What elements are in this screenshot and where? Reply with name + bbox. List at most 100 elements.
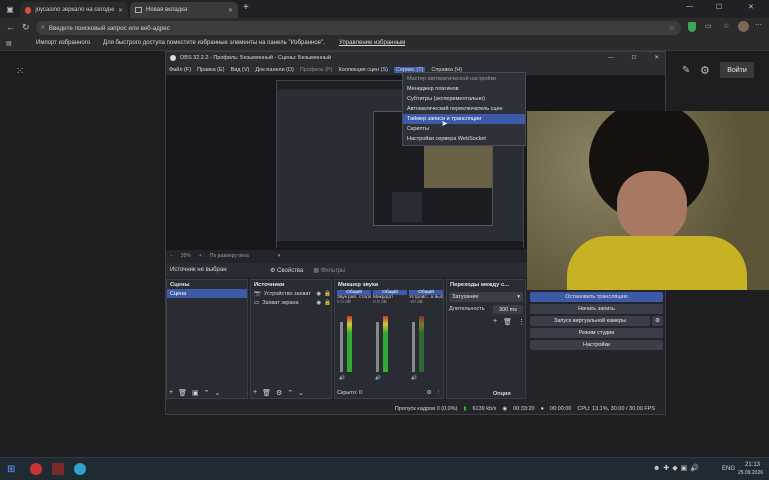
menu-item-websocket[interactable]: Настройки сервера WebSocket	[403, 134, 525, 144]
transitions-header: Переходы между с...	[450, 281, 510, 288]
menu-item-plugins[interactable]: Менеджер плагинов	[403, 84, 525, 94]
menu-view[interactable]: Вид (V)	[231, 67, 250, 73]
down-icon[interactable]: ⌄	[214, 389, 220, 397]
windows-taskbar: ⊞ ☻✚◆▣🔊 ENG 21:13 25.09.2026	[0, 457, 769, 480]
address-placeholder: Введите поисковый запрос или веб-адрес	[48, 24, 170, 32]
browser-menu-icon[interactable]: ▣	[4, 3, 16, 15]
minimize-icon[interactable]: —	[608, 55, 614, 61]
person-face	[617, 171, 687, 241]
back-icon[interactable]: ←	[6, 22, 15, 32]
edit-icon[interactable]: ✎	[682, 65, 690, 76]
split-screen-icon[interactable]: ▭	[705, 22, 712, 30]
filter-icon[interactable]: ▣	[192, 389, 199, 397]
speaker-icon[interactable]: 🔊	[339, 376, 345, 381]
clock-time[interactable]: 21:13	[745, 462, 760, 468]
stop-streaming-button[interactable]: Остановить трансляцию	[530, 292, 663, 302]
virtual-camera-button[interactable]: Запуск виртуальной камеры	[530, 316, 650, 326]
zoom-in-icon[interactable]: +	[199, 253, 202, 259]
windows-start-icon[interactable]: ⊞	[7, 464, 15, 475]
eye-icon[interactable]: ◉	[316, 291, 321, 297]
volume-slider[interactable]	[340, 322, 343, 372]
tray-icons[interactable]: ☻✚◆▣🔊	[653, 464, 702, 472]
menu-docks[interactable]: Док-панели (D)	[255, 67, 293, 73]
manage-favorites-link[interactable]: Управление избранным	[339, 40, 405, 46]
speaker-icon[interactable]: 🔊	[411, 376, 417, 381]
settings-button[interactable]: Настройки	[530, 340, 663, 350]
down-icon[interactable]: ⌄	[298, 389, 304, 397]
favorites-icon[interactable]: ☆	[723, 22, 729, 30]
menu-icon[interactable]: ⋮	[436, 390, 442, 396]
speaker-icon[interactable]: 🔊	[375, 376, 381, 381]
menu-icon[interactable]: ⋮	[518, 318, 525, 326]
volume-slider[interactable]	[412, 322, 415, 372]
close-icon[interactable]: ✕	[228, 7, 233, 14]
avatar[interactable]	[738, 21, 749, 32]
chevron-down-icon[interactable]: ▾	[278, 253, 281, 259]
close-icon[interactable]: ✕	[654, 55, 659, 61]
import-icon: ▤	[6, 41, 12, 47]
up-icon[interactable]: ⌃	[204, 389, 210, 397]
search-icon[interactable]	[30, 463, 42, 475]
menu-edit[interactable]: Правка (E)	[197, 67, 224, 73]
menu-scene-collection[interactable]: Коллекция сцен (S)	[338, 67, 388, 73]
apps-grid-icon[interactable]: ⁙	[16, 66, 24, 77]
up-icon[interactable]: ⌃	[287, 389, 293, 397]
obs-taskbar-icon[interactable]	[52, 463, 64, 475]
lock-icon[interactable]: 🔒	[324, 291, 331, 297]
volume-slider[interactable]	[376, 322, 379, 372]
language-indicator[interactable]: ENG	[722, 466, 735, 472]
search-icon: ⌕	[41, 24, 45, 31]
gear-icon[interactable]: ⚙	[276, 389, 282, 397]
tab-new[interactable]: Новая вкладка ✕	[130, 2, 238, 18]
transition-select[interactable]: Затухание ▾	[449, 292, 523, 302]
properties-button[interactable]: ⚙ Свойства	[270, 267, 303, 274]
scene-item[interactable]: Сцена	[167, 289, 247, 298]
maximize-icon[interactable]: ☐	[716, 3, 722, 11]
edge-icon[interactable]	[74, 463, 86, 475]
source-item[interactable]: ▭ Захват экрана ◉ 🔒	[251, 298, 331, 307]
more-icon[interactable]: ⋯	[755, 21, 762, 29]
start-recording-button[interactable]: Начать запись	[530, 304, 663, 314]
signin-button[interactable]: Войти	[720, 62, 754, 78]
menu-item-scripts[interactable]: Скрипты	[403, 124, 525, 134]
menu-item-autoconfig[interactable]: Мастер автоматической настройки	[403, 74, 525, 84]
clock-date[interactable]: 25.09.2026	[738, 470, 763, 476]
menu-file[interactable]: Файл (F)	[169, 67, 191, 73]
nested-meter	[392, 192, 422, 222]
duration-field[interactable]: 300 ms	[493, 305, 523, 314]
trash-icon[interactable]: 🗑	[503, 318, 512, 326]
refresh-icon[interactable]: ↻	[22, 22, 30, 33]
zoom-value: 35%	[180, 253, 191, 259]
menu-profile[interactable]: Профиль (P)	[300, 67, 333, 73]
trash-icon[interactable]: 🗑	[178, 389, 187, 397]
menu-item-scene-switcher[interactable]: Автоматический переключатель сцен	[403, 104, 525, 114]
menu-item-captions[interactable]: Субтитры (экспериментально)	[403, 94, 525, 104]
maximize-icon[interactable]: ☐	[631, 55, 636, 61]
filters-button[interactable]: ▦ Фильтры	[313, 267, 345, 274]
trash-icon[interactable]: 🗑	[262, 389, 271, 397]
minimize-icon[interactable]: —	[686, 3, 693, 10]
lock-icon[interactable]: 🔒	[324, 300, 331, 306]
new-tab-button[interactable]: +	[243, 2, 249, 13]
add-icon[interactable]: +	[169, 389, 173, 397]
zoom-mode[interactable]: По размеру окна	[210, 253, 270, 259]
virtual-camera-settings-button[interactable]: ⚙	[652, 316, 663, 326]
import-favorites-link[interactable]: Импорт избранного	[36, 40, 90, 46]
eye-icon[interactable]: ◉	[316, 300, 321, 306]
close-icon[interactable]: ✕	[118, 7, 123, 14]
gear-icon[interactable]: ⚙	[427, 390, 432, 396]
options-label[interactable]: Опции	[493, 391, 511, 397]
zoom-out-icon[interactable]: −	[170, 253, 173, 259]
studio-mode-button[interactable]: Режим студии	[530, 328, 663, 338]
tab-joycasino[interactable]: joycasino зеркало на сегодня — ✕	[20, 2, 128, 18]
settings-icon[interactable]: ⚙	[700, 64, 710, 77]
address-field[interactable]: ⌕ Введите поисковый запрос или веб-адрес…	[36, 21, 681, 35]
stream-icon: ◉	[502, 406, 508, 412]
add-icon[interactable]: +	[493, 318, 497, 326]
add-icon[interactable]: +	[253, 389, 257, 397]
source-item[interactable]: 📷 Устройство захват ◉ 🔒	[251, 289, 331, 298]
close-window-icon[interactable]: ✕	[748, 3, 754, 11]
favorite-star-icon[interactable]: ☆	[669, 24, 675, 32]
menu-item-output-timer[interactable]: Таймер записи и трансляции	[403, 114, 525, 124]
shield-icon[interactable]	[688, 22, 696, 32]
